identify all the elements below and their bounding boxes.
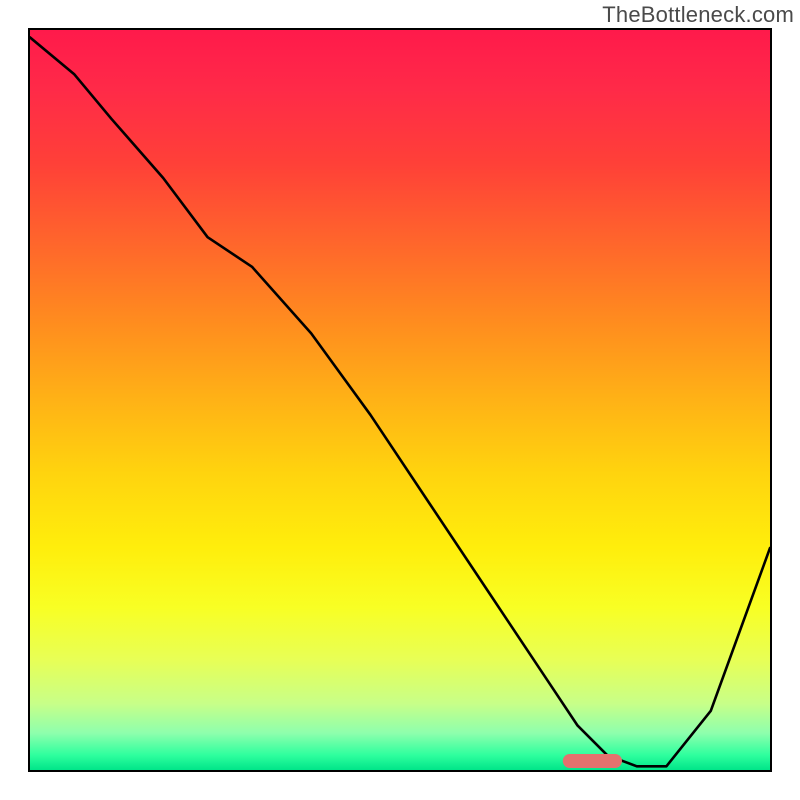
curve-layer	[30, 30, 770, 770]
optimal-marker	[563, 754, 622, 768]
plot-area	[28, 28, 772, 772]
watermark-text: TheBottleneck.com	[602, 2, 794, 28]
bottleneck-curve	[30, 37, 770, 766]
bottleneck-chart: TheBottleneck.com	[0, 0, 800, 800]
